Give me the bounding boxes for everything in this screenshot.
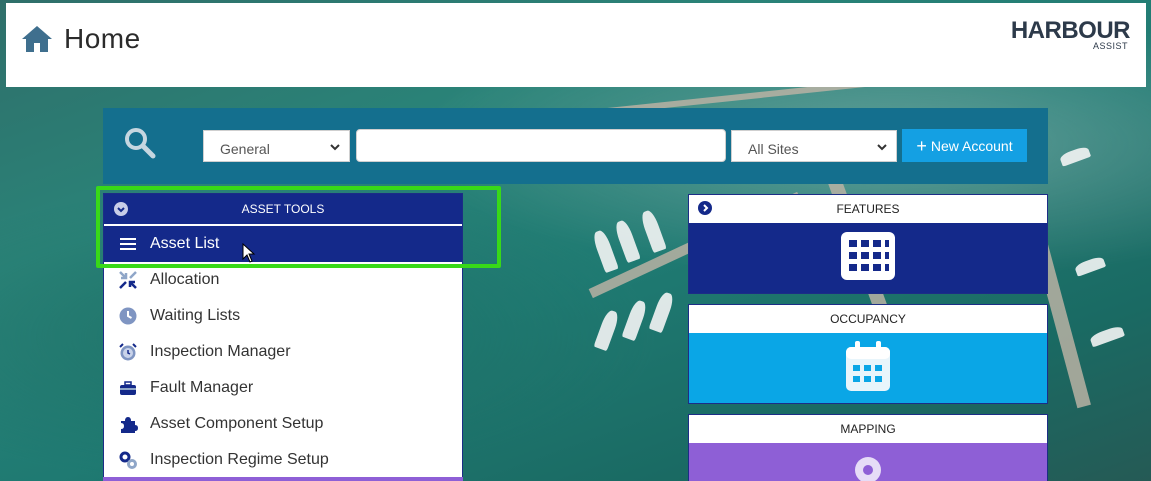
menu-item-inspection-manager[interactable]: Inspection Manager — [104, 334, 462, 370]
puzzle-icon — [118, 414, 138, 434]
features-card-body[interactable] — [689, 223, 1047, 293]
map-pin-icon — [853, 455, 883, 481]
menu-item-label: Fault Manager — [150, 379, 254, 396]
menu-item-label: Inspection Manager — [150, 343, 291, 360]
features-card-header: FEATURES — [689, 195, 1047, 223]
menu-item-label: Allocation — [150, 271, 220, 288]
panel-bottom-strip — [103, 477, 463, 481]
toolbox-icon — [118, 378, 138, 398]
category-select-value: General — [220, 141, 270, 157]
occupancy-card-title: OCCUPANCY — [830, 312, 906, 326]
menu-item-label: Waiting Lists — [150, 307, 241, 324]
gears-icon — [118, 450, 138, 470]
occupancy-card-body[interactable] — [689, 333, 1047, 403]
grid-icon — [841, 231, 895, 285]
search-input[interactable] — [356, 129, 726, 162]
home-icon[interactable] — [20, 24, 54, 54]
clock-icon — [118, 306, 138, 326]
new-account-label: New Account — [930, 137, 1013, 154]
menu-item-label: Inspection Regime Setup — [150, 451, 329, 468]
menu-item-label: Asset Component Setup — [150, 415, 324, 432]
new-account-button[interactable]: + New Account — [902, 129, 1027, 162]
category-select[interactable]: General — [203, 130, 350, 162]
features-card[interactable]: FEATURES — [688, 194, 1048, 294]
calendar-icon — [844, 339, 892, 398]
allocation-icon — [118, 270, 138, 290]
sites-select-value: All Sites — [748, 141, 799, 157]
mapping-card[interactable]: MAPPING — [688, 414, 1048, 481]
occupancy-card[interactable]: OCCUPANCY — [688, 304, 1048, 404]
mapping-card-body[interactable] — [689, 443, 1047, 481]
plus-icon: + — [916, 135, 927, 156]
chevron-down-icon — [876, 140, 888, 152]
page-header: Home HARBOUR ASSIST — [6, 3, 1146, 87]
logo-sub-text: ASSIST — [1092, 41, 1128, 51]
menu-item-inspection-regime-setup[interactable]: Inspection Regime Setup — [104, 442, 462, 478]
occupancy-card-header: OCCUPANCY — [689, 305, 1047, 333]
page-title: Home — [64, 23, 141, 54]
mapping-card-header: MAPPING — [689, 415, 1047, 443]
search-icon[interactable] — [123, 126, 157, 160]
menu-item-asset-component-setup[interactable]: Asset Component Setup — [104, 406, 462, 442]
harbour-assist-logo[interactable]: HARBOUR ASSIST — [1011, 17, 1131, 53]
features-card-title: FEATURES — [836, 202, 900, 216]
menu-item-fault-manager[interactable]: Fault Manager — [104, 370, 462, 406]
expand-chevron-icon[interactable] — [698, 201, 712, 215]
mapping-card-title: MAPPING — [840, 422, 896, 436]
menu-item-waiting-lists[interactable]: Waiting Lists — [104, 298, 462, 334]
alarm-clock-icon — [118, 342, 138, 362]
search-bar: General All Sites + New Account — [103, 108, 1048, 184]
sites-select[interactable]: All Sites — [731, 130, 897, 162]
chevron-down-icon — [329, 140, 341, 152]
highlight-annotation — [96, 186, 501, 268]
